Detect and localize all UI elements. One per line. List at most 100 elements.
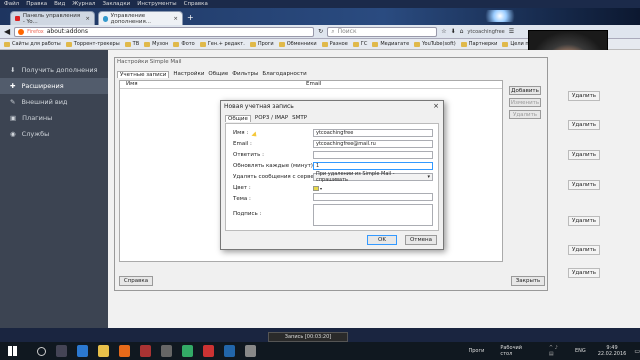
remove-button[interactable]: Удалить — [568, 150, 600, 160]
sidebar-item-services[interactable]: ◉ Службы — [0, 126, 108, 142]
close-icon[interactable]: × — [433, 102, 439, 110]
cancel-button[interactable]: Отмена — [405, 235, 437, 245]
delete-select[interactable]: При удалении из Simple Mail - спрашивать… — [313, 171, 433, 183]
tab-smtp[interactable]: SMTP — [292, 115, 307, 122]
menu-edit[interactable]: Правка — [26, 1, 47, 7]
sidebar-item-extensions[interactable]: ✚ Расширения — [0, 78, 108, 94]
bookmark-folder[interactable]: Разное — [321, 41, 348, 47]
downloads-icon[interactable]: ⬇ — [451, 28, 456, 35]
reply-field[interactable] — [313, 151, 433, 159]
tab-thanks[interactable]: Благодарности — [262, 71, 306, 78]
tab-general[interactable]: Общие — [208, 71, 228, 78]
email-field[interactable]: ytcoachingfree@mail.ru — [313, 140, 433, 148]
menu-icon[interactable]: ☰ — [509, 28, 514, 35]
folder-icon — [352, 41, 359, 47]
app-icon[interactable] — [203, 345, 215, 357]
tab-settings[interactable]: Настройки — [173, 71, 204, 78]
subject-field[interactable] — [313, 193, 433, 201]
taskbar: Проги Рабочий стол ^ ♪ ▤ ENG 9:49 22.02.… — [0, 342, 640, 360]
profile-name[interactable]: ytcoachingfree — [467, 29, 504, 35]
tab-accounts[interactable]: Учетные записи — [117, 71, 170, 78]
bookmark-folder[interactable]: Торрент-трекеры — [65, 41, 120, 47]
windows-start-icon[interactable] — [8, 346, 18, 356]
color-picker[interactable]: ▾ — [313, 185, 325, 191]
edge-icon[interactable] — [76, 345, 88, 357]
remove-button[interactable]: Удалить — [568, 91, 600, 101]
bookmark-folder[interactable]: Проги — [249, 41, 274, 47]
notifications-icon[interactable]: ▭ — [634, 348, 640, 355]
add-button[interactable]: Добавить — [509, 86, 541, 95]
explorer-icon[interactable] — [97, 345, 109, 357]
interval-field[interactable]: 1 — [313, 162, 433, 170]
folder-icon — [173, 41, 180, 47]
bookmark-folder[interactable]: Ген.+ редакт. — [199, 41, 245, 47]
bookmark-folder[interactable]: YouTube(soft) — [414, 41, 456, 47]
bookmark-folder[interactable]: Обменники — [278, 41, 317, 47]
firefox-icon — [18, 28, 25, 35]
url-text: about:addons — [46, 28, 88, 35]
tab-dashboard[interactable]: Панель управления - Yo... × — [10, 11, 95, 25]
remove-button[interactable]: Удалить — [568, 268, 600, 278]
ok-button[interactable]: OK — [367, 235, 397, 245]
bookmark-folder[interactable]: ГС — [352, 41, 367, 47]
color-label: Цвет : — [233, 185, 251, 191]
sidebar-item-get-addons[interactable]: ⬇ Получить дополнения — [0, 62, 108, 78]
remove-button[interactable]: Удалить — [568, 216, 600, 226]
delete-button[interactable]: Удалить — [509, 110, 541, 119]
tab-addons[interactable]: Управление дополнения... × — [98, 11, 183, 25]
app-icon[interactable] — [245, 345, 257, 357]
folder-icon — [144, 41, 151, 47]
home-icon[interactable]: ⌂ — [460, 28, 464, 35]
close-icon[interactable]: × — [85, 16, 90, 22]
url-bar[interactable]: Firefox about:addons — [14, 26, 315, 37]
name-field[interactable]: ytcoachingfree — [313, 129, 433, 137]
tab-filters[interactable]: Фильтры — [232, 71, 258, 78]
bookmark-folder[interactable]: Музон — [144, 41, 168, 47]
taskbar-apps-label[interactable]: Проги — [468, 348, 484, 354]
bookmark-folder[interactable]: TB — [124, 41, 139, 47]
clock[interactable]: 9:49 22.02.2016 — [598, 345, 627, 357]
menu-bookmarks[interactable]: Закладки — [102, 1, 130, 7]
bookmark-folder[interactable]: Медиагате — [372, 41, 409, 47]
star-icon[interactable]: ☆ — [441, 28, 446, 35]
app-icon[interactable] — [140, 345, 152, 357]
remove-button[interactable]: Удалить — [568, 180, 600, 190]
app-icon[interactable] — [224, 345, 236, 357]
help-button[interactable]: Справка — [119, 276, 153, 286]
firefox-icon[interactable] — [118, 345, 130, 357]
language-indicator[interactable]: ENG — [575, 348, 586, 354]
task-view-icon[interactable] — [55, 345, 67, 357]
app-icon[interactable] — [182, 345, 194, 357]
back-icon[interactable]: ◀ — [4, 27, 10, 36]
app-icon[interactable] — [161, 345, 173, 357]
reply-label: Ответить : — [233, 152, 264, 158]
tab-general[interactable]: Общие — [225, 115, 251, 122]
tray-icons: ^ ♪ ▤ — [548, 345, 558, 357]
bookmark-folder[interactable]: Фото — [173, 41, 195, 47]
search-icon[interactable] — [37, 346, 46, 356]
sidebar-item-appearance[interactable]: ✎ Внешний вид — [0, 94, 108, 110]
close-button[interactable]: Закрыть — [511, 276, 545, 286]
close-icon[interactable]: × — [173, 16, 178, 22]
edit-button[interactable]: Изменить — [509, 98, 541, 107]
remove-button[interactable]: Удалить — [568, 245, 600, 255]
menu-tools[interactable]: Инструменты — [137, 1, 176, 7]
menu-history[interactable]: Журнал — [72, 1, 95, 7]
search-input[interactable]: ⌕ Поиск — [327, 26, 438, 37]
menu-view[interactable]: Вид — [54, 1, 65, 7]
chevron-down-icon: ▾ — [427, 174, 430, 180]
new-tab-icon[interactable]: + — [187, 13, 194, 22]
bookmark-folder[interactable]: Партнерки — [460, 41, 497, 47]
bookmark-folder[interactable]: Сайты для работы — [4, 41, 61, 47]
chat-icon: ◉ — [10, 130, 16, 138]
search-placeholder: Поиск — [337, 28, 357, 35]
sidebar-item-plugins[interactable]: ▣ Плагины — [0, 110, 108, 126]
signature-field[interactable] — [313, 204, 433, 226]
tab-pop3-imap[interactable]: POP3 / IMAP — [255, 115, 288, 122]
taskbar-desktop-label[interactable]: Рабочий стол — [500, 345, 532, 357]
menu-file[interactable]: Файл — [4, 1, 19, 7]
folder-icon — [199, 41, 206, 47]
menu-help[interactable]: Справка — [184, 1, 208, 7]
reload-icon[interactable]: ↻ — [318, 28, 323, 35]
remove-button[interactable]: Удалить — [568, 120, 600, 130]
